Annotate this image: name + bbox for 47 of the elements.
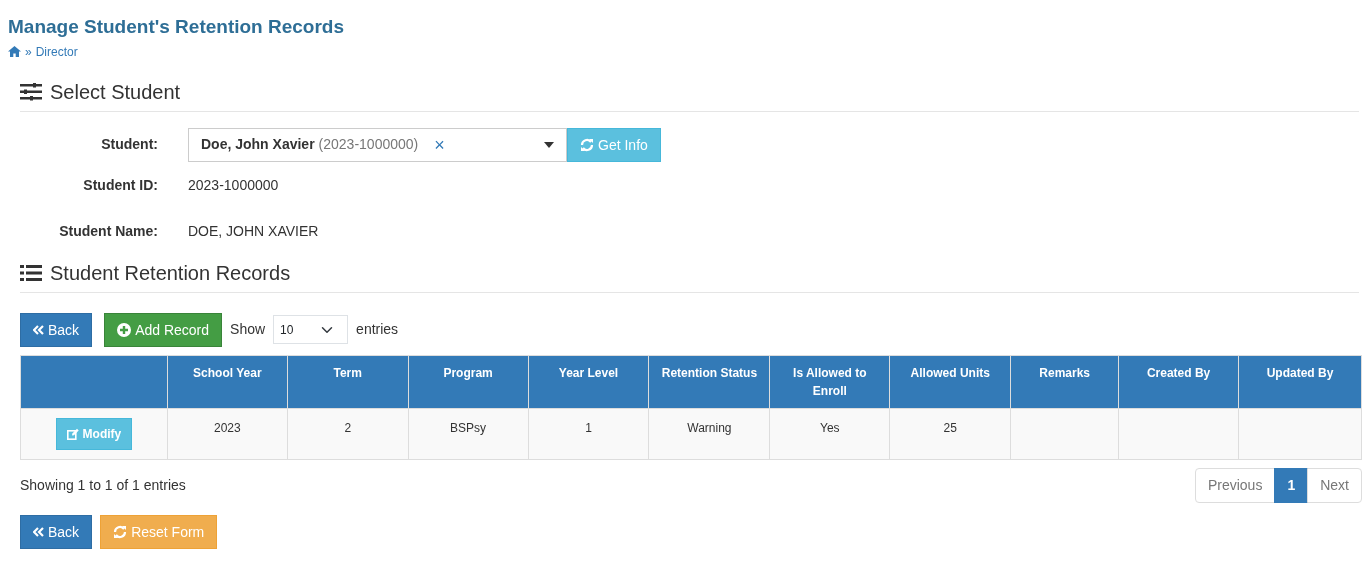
breadcrumb-link[interactable]: Director [35, 42, 78, 61]
field-value: 2023-1000000 [188, 176, 279, 196]
field-label: Student: [100, 135, 159, 155]
student-select[interactable]: Doe, John Xavier (2023-1000000) × [188, 127, 567, 162]
add-record-button[interactable]: Add Record [104, 312, 223, 347]
show-label: Show [230, 320, 266, 340]
column-header: Term [287, 355, 409, 409]
back-button[interactable]: Back [20, 514, 93, 549]
section-title: Select Student [50, 79, 181, 105]
column-header: Updated By [1238, 355, 1362, 409]
page-size-select[interactable]: 10 [273, 315, 349, 345]
edit-icon [66, 427, 79, 440]
column-header: Year Level [528, 355, 649, 409]
field-value: DOE, JOHN XAVIER [188, 222, 319, 242]
table-cell: 1 [585, 420, 592, 435]
refresh-icon [580, 137, 594, 152]
list-icon [20, 263, 42, 282]
entries-label: entries [356, 320, 399, 340]
table-cell: BSPsy [450, 420, 487, 435]
section-title: Student Retention Records [50, 260, 291, 286]
column-header: Created By [1118, 355, 1239, 409]
refresh-icon [113, 524, 128, 539]
sliders-icon [20, 82, 42, 101]
home-icon[interactable] [8, 46, 21, 58]
column-header: Allowed Units [889, 355, 1011, 409]
back-button[interactable]: Back [20, 312, 93, 347]
table-cell: Warning [687, 420, 732, 435]
column-header: Is Allowed to Enroll [769, 355, 890, 409]
column-header: Remarks [1010, 355, 1119, 409]
field-label: Student ID: [82, 176, 159, 196]
column-header: Retention Status [648, 355, 770, 409]
column-header: School Year [167, 355, 288, 409]
page-button[interactable]: 1 [1274, 467, 1309, 503]
plus-circle-icon [117, 322, 132, 337]
table-cell: Yes [820, 420, 840, 435]
clear-icon[interactable]: × [434, 135, 445, 154]
table-cell: 2023 [214, 420, 241, 435]
caret-icon [544, 141, 554, 148]
entries-summary: Showing 1 to 1 of 1 entries [20, 475, 186, 495]
page-title: Manage Student's Retention Records [8, 16, 345, 39]
table-cell: 2 [344, 420, 352, 435]
table-cell: 25 [943, 420, 957, 435]
field-label: Student Name: [58, 222, 159, 242]
double-chevron-icon [33, 324, 44, 335]
breadcrumb-separator: » [25, 43, 32, 61]
column-header: Program [408, 355, 529, 409]
double-chevron-icon [33, 526, 44, 537]
